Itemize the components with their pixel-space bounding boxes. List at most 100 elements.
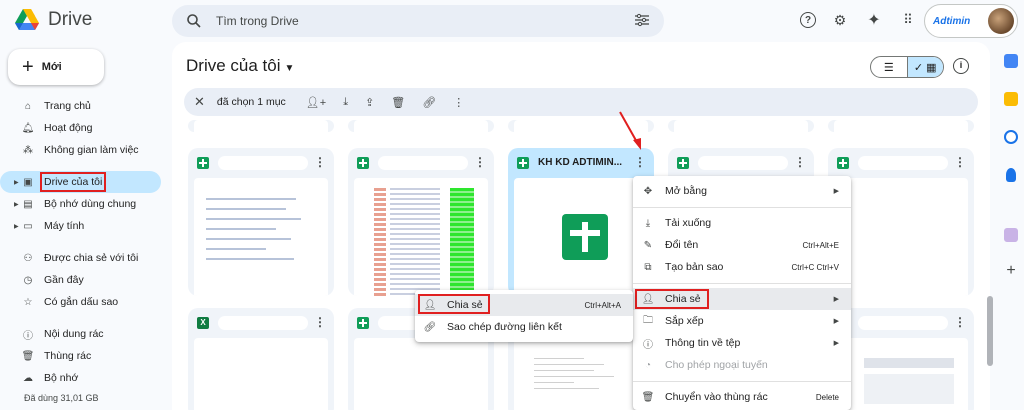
- expand-caret-icon[interactable]: ▶: [14, 223, 19, 230]
- view-toggle[interactable]: ☰ ✓ ▦: [870, 56, 944, 78]
- filter-icon[interactable]: [634, 13, 650, 27]
- menu-item-label: Tải xuống: [665, 217, 712, 229]
- file-name: KH KD ADTIMIN...: [538, 157, 623, 168]
- folder-move-icon: 🗀︎: [643, 314, 653, 326]
- sheets-large-icon: [562, 214, 608, 260]
- sidebar-item-label: Máy tính: [44, 220, 85, 232]
- help-icon[interactable]: ?: [800, 12, 816, 28]
- menu-item-label: Sao chép đường liên kết: [447, 321, 562, 333]
- selection-toolbar: ✕ đã chọn 1 mục 👤︎+ ⤓ ⇪ 🗑︎ 🔗︎ ⋮: [184, 88, 978, 116]
- sheets-file-icon: [357, 317, 369, 329]
- gemini-sparkle-icon[interactable]: ✦: [864, 10, 884, 30]
- more-options-icon[interactable]: ⋮: [954, 155, 966, 169]
- file-card[interactable]: [508, 120, 654, 132]
- excel-file-icon: X: [197, 317, 209, 329]
- link-icon[interactable]: 🔗︎: [422, 96, 436, 109]
- sidebar-item-storage[interactable]: ☁ Bộ nhớ: [0, 367, 165, 389]
- sidebar-item-trash[interactable]: 🗑︎ Thùng rác: [0, 345, 165, 367]
- share-icon[interactable]: 👤︎+: [306, 96, 326, 109]
- sidebar-item-label: Trang chủ: [44, 100, 91, 112]
- sidebar-nav: ⌂ Trang chủ 🔔︎ Hoạt động ⁂ Không gian là…: [0, 95, 165, 389]
- highlight-box-my-drive: [40, 172, 106, 192]
- sidebar-item-computers[interactable]: ▶ ▭ Máy tính: [0, 215, 165, 237]
- page-title[interactable]: Drive của tôi ▼: [186, 56, 294, 76]
- sidebar-item-workspaces[interactable]: ⁂ Không gian làm việc: [0, 139, 165, 161]
- sheets-file-icon: [837, 157, 849, 169]
- copy-icon: ⧉: [644, 261, 652, 273]
- highlight-box-share-submenu: [418, 294, 490, 314]
- sidebar-item-recent[interactable]: ◷ Gần đây: [0, 269, 165, 291]
- sidebar-item-shared-drives[interactable]: ▶ ▤ Bộ nhớ dùng chung: [0, 193, 165, 215]
- menu-item-file-info[interactable]: ⓘ Thông tin về tệp ▶: [633, 332, 851, 354]
- new-button[interactable]: + Mới: [8, 49, 104, 85]
- sidebar-item-label: Gần đây: [44, 274, 84, 286]
- calendar-icon[interactable]: [1004, 54, 1018, 68]
- sidebar-item-shared-with-me[interactable]: ⚇ Được chia sẻ với tôi: [0, 247, 165, 269]
- sheets-file-icon: [357, 157, 369, 169]
- apps-grid-icon[interactable]: ⠿: [898, 10, 918, 30]
- details-info-icon[interactable]: i: [953, 58, 969, 74]
- info-icon: ⓘ: [643, 339, 653, 351]
- sidebar-item-spam[interactable]: ⓘ Nội dung rác: [0, 323, 165, 345]
- sidebar-item-label: Thùng rác: [44, 350, 92, 362]
- more-options-icon[interactable]: ⋮: [314, 315, 326, 329]
- menu-item-move-to-trash[interactable]: 🗑︎ Chuyển vào thùng rác Delete: [633, 386, 851, 408]
- more-options-icon[interactable]: ⋮: [794, 155, 806, 169]
- list-view-icon[interactable]: ☰: [871, 57, 907, 77]
- sheets-file-icon: [677, 157, 689, 169]
- storage-usage-text: Đã dùng 31,01 GB: [24, 393, 99, 403]
- sheets-file-icon: [517, 157, 529, 169]
- trash-icon: 🗑︎: [641, 391, 655, 403]
- workspace-icon: ⁂: [23, 144, 33, 156]
- more-options-icon[interactable]: ⋮: [634, 155, 646, 169]
- file-card[interactable]: [188, 120, 334, 132]
- expand-caret-icon[interactable]: ▶: [14, 201, 19, 208]
- sidebar-item-home[interactable]: ⌂ Trang chủ: [0, 95, 165, 117]
- settings-gear-icon[interactable]: ⚙: [830, 10, 850, 30]
- grid-view-icon[interactable]: ✓ ▦: [906, 57, 943, 77]
- clear-selection-icon[interactable]: ✕: [194, 94, 205, 110]
- add-addon-icon[interactable]: +: [1004, 263, 1018, 279]
- menu-item-open-with[interactable]: ✥ Mở bằng ▶: [633, 180, 851, 202]
- side-panel-rail: +: [996, 42, 1024, 410]
- scrollbar[interactable]: [987, 296, 993, 366]
- menu-item-make-copy[interactable]: ⧉ Tạo bản sao Ctrl+C Ctrl+V: [633, 256, 851, 278]
- move-icon[interactable]: ⇪: [365, 96, 374, 109]
- sidebar-item-label: Không gian làm việc: [44, 144, 139, 156]
- file-card[interactable]: [348, 120, 494, 132]
- keep-icon[interactable]: [1004, 92, 1018, 106]
- account-chip[interactable]: Adtimin: [924, 4, 1018, 38]
- more-icon[interactable]: ⋮: [453, 96, 464, 109]
- tasks-icon[interactable]: [1004, 130, 1018, 144]
- sidebar-item-starred[interactable]: ☆ Có gắn dấu sao: [0, 291, 165, 313]
- drive-logo[interactable]: Drive: [14, 8, 92, 32]
- file-card[interactable]: ⋮: [188, 148, 334, 296]
- new-button-label: Mới: [41, 61, 62, 73]
- search-icon: [187, 14, 201, 28]
- avatar: [988, 8, 1014, 34]
- contacts-icon[interactable]: [1006, 168, 1016, 182]
- search-bar[interactable]: Tìm trong Drive: [172, 5, 664, 37]
- addon-icon[interactable]: [1004, 228, 1018, 242]
- trash-icon[interactable]: 🗑︎: [391, 96, 405, 109]
- menu-item-rename[interactable]: ✎ Đổi tên Ctrl+Alt+E: [633, 234, 851, 256]
- home-icon: ⌂: [24, 100, 32, 112]
- menu-item-download[interactable]: ⤓ Tải xuống: [633, 212, 851, 234]
- sidebar-item-label: Nội dung rác: [44, 328, 104, 340]
- expand-caret-icon[interactable]: ▶: [14, 179, 19, 186]
- file-card[interactable]: [668, 120, 814, 132]
- more-options-icon[interactable]: ⋮: [954, 315, 966, 329]
- plus-icon: +: [22, 55, 34, 78]
- submenu-item-copy-link[interactable]: 🔗︎ Sao chép đường liên kết: [415, 316, 633, 338]
- submenu-arrow-icon: ▶: [833, 340, 839, 347]
- sidebar-item-activity[interactable]: 🔔︎ Hoạt động: [0, 117, 165, 139]
- file-card[interactable]: X ⋮: [188, 308, 334, 410]
- file-card[interactable]: [828, 120, 974, 132]
- menu-item-organize[interactable]: 🗀︎ Sắp xếp ▶: [633, 310, 851, 332]
- submenu-arrow-icon: ▶: [833, 188, 839, 195]
- more-options-icon[interactable]: ⋮: [314, 155, 326, 169]
- sidebar-item-label: Có gắn dấu sao: [44, 296, 119, 308]
- file-card[interactable]: ⋮: [348, 148, 494, 296]
- more-options-icon[interactable]: ⋮: [474, 155, 486, 169]
- download-icon[interactable]: ⤓: [343, 96, 348, 109]
